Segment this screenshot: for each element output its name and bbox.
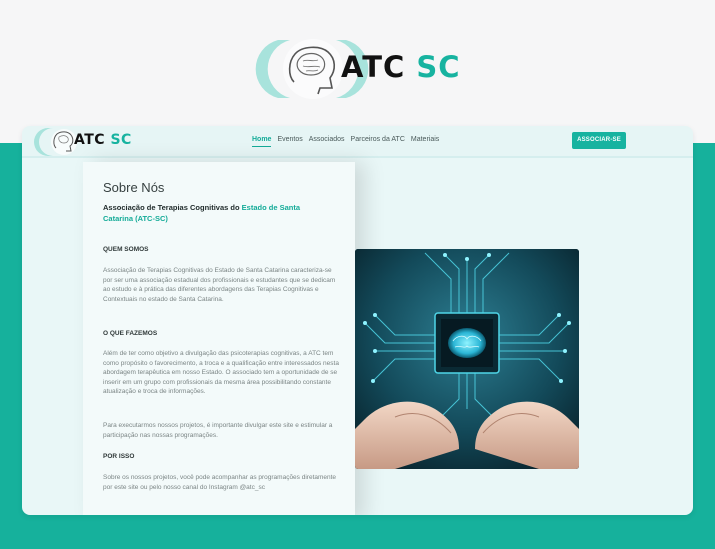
about-subtitle: Associação de Terapias Cognitivas do Est… — [103, 202, 323, 224]
top-brand-text: ATC SC — [341, 50, 461, 84]
about-title: Sobre Nós — [103, 180, 165, 195]
nav-link-materiais[interactable]: Materiais — [411, 136, 439, 147]
section-heading-por-isso: POR ISSO — [103, 453, 135, 460]
associar-se-button[interactable]: ASSOCIAR-SE — [572, 132, 626, 149]
nav-link-associados[interactable]: Associados — [309, 136, 345, 147]
nav-logo[interactable]: ATC SC — [34, 127, 184, 157]
website-preview-window: ATC SC Home Eventos Associados Parceiros… — [22, 126, 693, 515]
section-text-o-que-fazemos: Além de ter como objetivo a divulgação d… — [103, 350, 339, 395]
section-text-projetos: Para executarmos nossos projetos, é impo… — [103, 422, 333, 439]
hero-image-brain-hands — [355, 249, 579, 469]
brand-part1: ATC — [341, 50, 406, 84]
section-text-por-isso: Sobre os nossos projetos, você pode acom… — [103, 474, 337, 491]
navbar: ATC SC Home Eventos Associados Parceiros… — [22, 126, 693, 158]
nav-links: Home Eventos Associados Parceiros da ATC… — [252, 136, 439, 147]
about-card: Sobre Nós Associação de Terapias Cogniti… — [83, 162, 355, 515]
nav-brand-part1: ATC — [74, 132, 106, 148]
nav-brand-part2: SC — [110, 132, 132, 148]
section-heading-quem-somos: QUEM SOMOS — [103, 246, 149, 253]
subtitle-prefix: Associação de Terapias Cognitivas do — [103, 203, 242, 212]
brand-part2: SC — [416, 50, 461, 84]
top-logo: ATC SC — [248, 36, 478, 102]
nav-link-home[interactable]: Home — [252, 136, 272, 147]
nav-brand-text: ATC SC — [74, 132, 132, 148]
circuit-brain-illustration — [355, 249, 579, 469]
nav-link-eventos[interactable]: Eventos — [277, 136, 302, 147]
nav-link-parceiros[interactable]: Parceiros da ATC — [351, 136, 405, 147]
section-text-quem-somos: Associação de Terapias Cognitivas do Est… — [103, 267, 336, 303]
section-heading-o-que-fazemos: O QUE FAZEMOS — [103, 330, 158, 337]
